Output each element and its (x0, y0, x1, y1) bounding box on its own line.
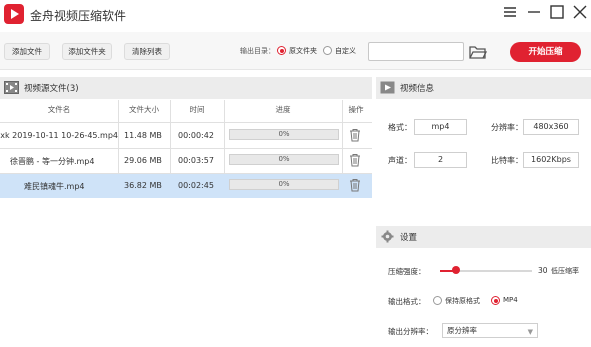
file-time: 00:03:57 (178, 156, 214, 165)
clear-list-button[interactable]: 清除列表 (124, 43, 170, 60)
compress-value: 30 (538, 266, 548, 275)
compress-slider-handle[interactable] (451, 266, 460, 274)
output-resolution-select[interactable]: 原分辨率 ▼ (442, 323, 538, 338)
radio-mp4[interactable] (491, 296, 500, 305)
title-bar: 金舟视频压缩软件 (0, 0, 591, 32)
output-resolution-value: 原分辨率 (447, 326, 477, 335)
menu-icon[interactable] (500, 2, 520, 22)
gear-icon (380, 230, 395, 243)
col-progress: 进度 (275, 105, 291, 114)
compress-label: 压缩强度： (388, 267, 426, 276)
bitrate-label: 比特率： (491, 156, 523, 165)
app-logo-icon (4, 4, 24, 24)
table-row[interactable]: xk 2019-10-11 10-26-45.mp4 11.48 MB 00:0… (0, 124, 372, 148)
radio-keep-format[interactable] (433, 296, 442, 305)
close-icon[interactable] (570, 2, 590, 22)
video-info-title: 视频信息 (400, 84, 435, 94)
col-filesize: 文件大小 (129, 105, 159, 114)
trash-icon[interactable] (349, 178, 361, 192)
folder-icon[interactable] (469, 44, 488, 60)
resolution-value: 480x360 (523, 119, 579, 135)
progress-bar: 0% (229, 154, 339, 165)
app-title: 金舟视频压缩软件 (30, 9, 127, 23)
start-compress-button[interactable]: 开始压缩 (510, 42, 581, 62)
file-name: xk 2019-10-11 10-26-45.mp4 (0, 131, 118, 140)
minimize-icon[interactable] (524, 2, 544, 22)
file-time: 00:00:42 (178, 131, 214, 140)
radio-keep-format-label: 保持原格式 (445, 297, 480, 305)
file-size: 11.48 MB (124, 131, 162, 140)
add-folder-button[interactable]: 添加文件夹 (62, 43, 112, 60)
divider (0, 122, 372, 123)
chevron-down-icon: ▼ (527, 328, 533, 336)
trash-icon[interactable] (349, 128, 361, 142)
film-icon (4, 81, 19, 94)
trash-icon[interactable] (349, 153, 361, 167)
channel-label: 声道： (388, 156, 412, 165)
settings-title: 设置 (400, 233, 418, 243)
progress-bar: 0% (229, 129, 339, 140)
radio-custom[interactable] (323, 46, 332, 55)
file-size: 36.82 MB (124, 181, 162, 190)
bitrate-value: 1602Kbps (523, 152, 579, 168)
progress-bar: 0% (229, 179, 339, 190)
file-name: 难民镇魂牛.mp4 (24, 182, 85, 191)
resolution-label: 分辨率： (491, 123, 523, 132)
file-list-title: 视频源文件(3) (24, 84, 79, 94)
col-action: 操作 (348, 105, 364, 114)
maximize-icon[interactable] (547, 2, 567, 22)
table-row[interactable]: 徐晋鹏 - 等一分钟.mp4 29.06 MB 00:03:57 0% (0, 149, 372, 173)
file-size: 29.06 MB (124, 156, 162, 165)
radio-custom-label: 自定义 (335, 47, 356, 55)
col-filename: 文件名 (47, 105, 71, 114)
compress-hint: 低压缩率 (551, 267, 579, 275)
file-time: 00:02:45 (178, 181, 214, 190)
channel-value: 2 (414, 152, 467, 168)
file-name: 徐晋鹏 - 等一分钟.mp4 (10, 157, 95, 166)
format-value: mp4 (414, 119, 467, 135)
output-dir-label: 输出目录： (240, 47, 275, 55)
video-icon (380, 81, 395, 94)
output-format-label: 输出格式： (388, 297, 426, 306)
radio-mp4-label: MP4 (503, 296, 518, 304)
output-path-input[interactable] (368, 42, 464, 61)
output-resolution-label: 输出分辨率： (388, 327, 433, 336)
add-file-button[interactable]: 添加文件 (4, 43, 50, 60)
radio-source-folder[interactable] (277, 46, 286, 55)
video-info-header: 视频信息 (376, 77, 591, 99)
toolbar: 添加文件 添加文件夹 清除列表 输出目录： 原文件夹 自定义 (0, 32, 591, 70)
col-time: 时间 (189, 105, 205, 114)
radio-source-folder-label: 原文件夹 (289, 47, 317, 55)
settings-header: 设置 (376, 226, 591, 248)
file-list-header: 视频源文件(3) (0, 77, 372, 99)
table-row[interactable]: 难民镇魂牛.mp4 36.82 MB 00:02:45 0% (0, 174, 372, 198)
format-label: 格式： (388, 123, 412, 132)
